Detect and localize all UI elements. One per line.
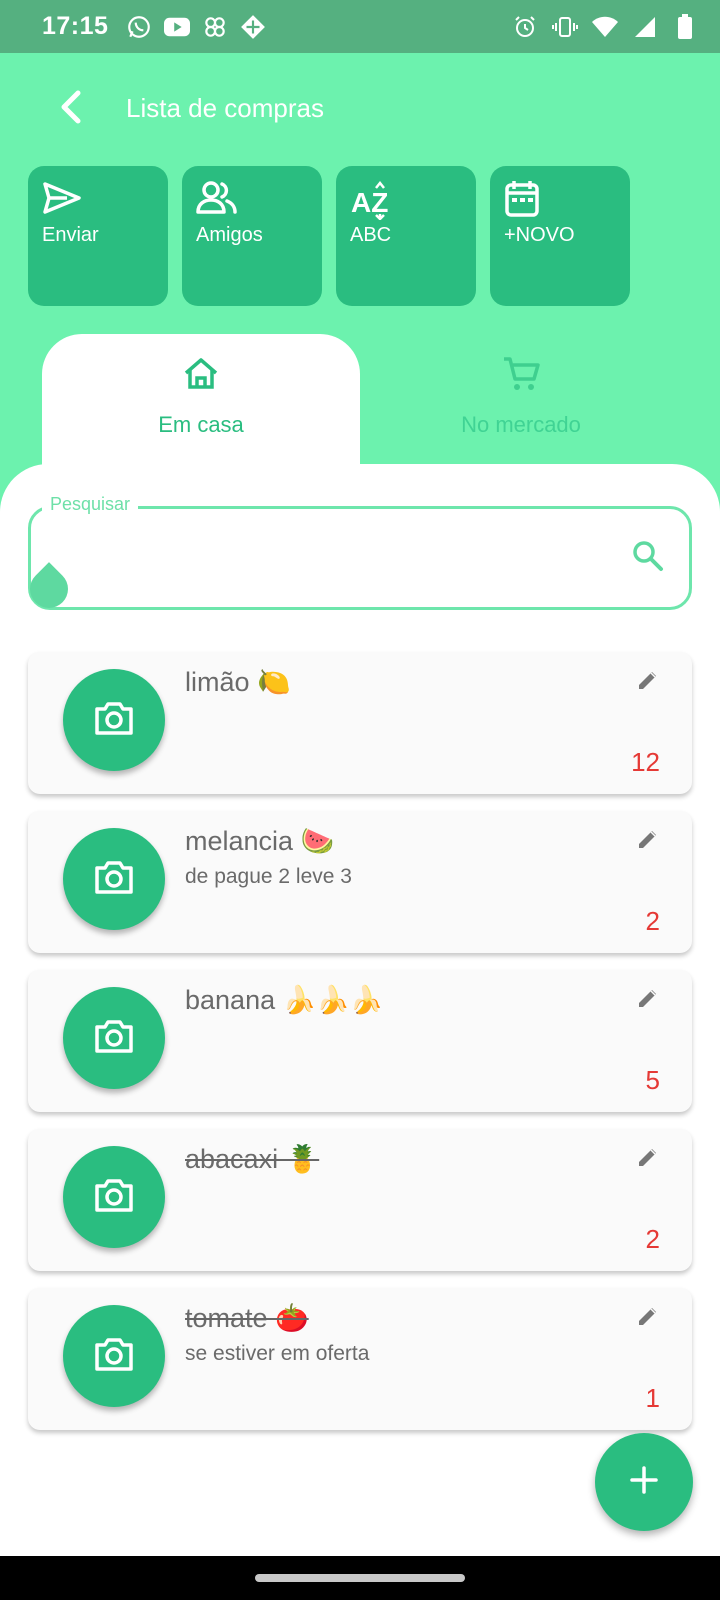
item-note: se estiver em oferta bbox=[185, 1342, 370, 1365]
item-note: de pague 2 leve 3 bbox=[185, 865, 352, 888]
photo-button[interactable] bbox=[63, 1146, 165, 1248]
sort-abc-button[interactable]: AZ ABC bbox=[336, 166, 476, 306]
item-name: abacaxi 🍍 bbox=[185, 1144, 320, 1174]
friends-label: Amigos bbox=[196, 224, 263, 246]
item-quantity: 1 bbox=[645, 1383, 660, 1413]
send-label: Enviar bbox=[42, 224, 99, 246]
camera-icon bbox=[93, 859, 135, 900]
back-arrow-icon[interactable] bbox=[52, 87, 92, 127]
tab-no-mercado[interactable]: No mercado bbox=[362, 334, 680, 464]
item-quantity: 12 bbox=[631, 747, 660, 777]
action-tiles: Enviar Amigos AZ ABC +NOVO bbox=[28, 166, 630, 306]
send-button[interactable]: Enviar bbox=[28, 166, 168, 306]
list-item[interactable]: limão 🍋 12 bbox=[28, 652, 692, 794]
item-quantity: 2 bbox=[645, 1224, 660, 1254]
search-label: Pesquisar bbox=[42, 494, 139, 515]
home-icon bbox=[181, 354, 221, 394]
signal-icon bbox=[632, 14, 658, 40]
photo-button[interactable] bbox=[63, 669, 165, 771]
list-item[interactable]: tomate 🍅 se estiver em oferta 1 bbox=[28, 1288, 692, 1430]
photo-button[interactable] bbox=[63, 987, 165, 1089]
camera-icon bbox=[93, 700, 135, 741]
edit-pencil-icon[interactable] bbox=[636, 668, 662, 694]
edit-pencil-icon[interactable] bbox=[636, 986, 662, 1012]
new-list-button[interactable]: +NOVO bbox=[490, 166, 630, 306]
shopping-list: limão 🍋 12 melancia 🍉 de pague 2 leve 3 … bbox=[28, 652, 692, 1447]
people-icon bbox=[196, 181, 238, 220]
alarm-icon bbox=[512, 14, 538, 40]
wifi-icon bbox=[592, 14, 618, 40]
photo-button[interactable] bbox=[63, 828, 165, 930]
search-icon[interactable] bbox=[630, 538, 670, 578]
edit-pencil-icon[interactable] bbox=[636, 1145, 662, 1171]
camera-icon bbox=[93, 1018, 135, 1059]
diamond-app-icon bbox=[240, 14, 266, 40]
status-bar: 17:15 bbox=[0, 0, 720, 53]
camera-icon bbox=[93, 1336, 135, 1377]
item-quantity: 5 bbox=[645, 1065, 660, 1095]
edit-pencil-icon[interactable] bbox=[636, 827, 662, 853]
list-item[interactable]: abacaxi 🍍 2 bbox=[28, 1129, 692, 1271]
search-input[interactable] bbox=[28, 506, 692, 610]
item-name: banana 🍌🍌🍌 bbox=[185, 985, 384, 1015]
item-name: melancia 🍉 bbox=[185, 826, 335, 856]
tab-em-casa[interactable]: Em casa bbox=[42, 334, 360, 464]
home-gesture-pill[interactable] bbox=[255, 1574, 465, 1582]
friends-button[interactable]: Amigos bbox=[182, 166, 322, 306]
new-list-label: +NOVO bbox=[504, 224, 575, 246]
system-nav-bar bbox=[0, 1556, 720, 1600]
list-item[interactable]: melancia 🍉 de pague 2 leve 3 2 bbox=[28, 811, 692, 953]
cart-icon bbox=[501, 354, 541, 394]
item-quantity: 2 bbox=[645, 906, 660, 936]
item-name: tomate 🍅 bbox=[185, 1303, 309, 1333]
svg-text:AZ: AZ bbox=[351, 187, 388, 218]
vibrate-icon bbox=[552, 14, 578, 40]
edit-pencil-icon[interactable] bbox=[636, 1304, 662, 1330]
add-item-button[interactable] bbox=[595, 1433, 693, 1531]
plus-icon bbox=[629, 1465, 659, 1500]
pinwheel-icon bbox=[202, 14, 228, 40]
status-time: 17:15 bbox=[42, 12, 109, 40]
calendar-icon bbox=[504, 181, 540, 222]
youtube-icon bbox=[164, 14, 191, 40]
item-name: limão 🍋 bbox=[185, 667, 291, 697]
whatsapp-icon bbox=[126, 14, 152, 40]
sort-abc-label: ABC bbox=[350, 224, 392, 246]
photo-button[interactable] bbox=[63, 1305, 165, 1407]
battery-icon bbox=[672, 13, 698, 40]
app-bar: Lista de compras bbox=[0, 53, 720, 165]
camera-icon bbox=[93, 1177, 135, 1218]
page-title: Lista de compras bbox=[126, 93, 324, 123]
list-item[interactable]: banana 🍌🍌🍌 5 bbox=[28, 970, 692, 1112]
send-icon bbox=[42, 182, 82, 220]
sort-az-icon: AZ bbox=[350, 180, 390, 224]
tab-no-mercado-label: No mercado bbox=[461, 412, 581, 437]
tab-em-casa-label: Em casa bbox=[158, 412, 244, 437]
